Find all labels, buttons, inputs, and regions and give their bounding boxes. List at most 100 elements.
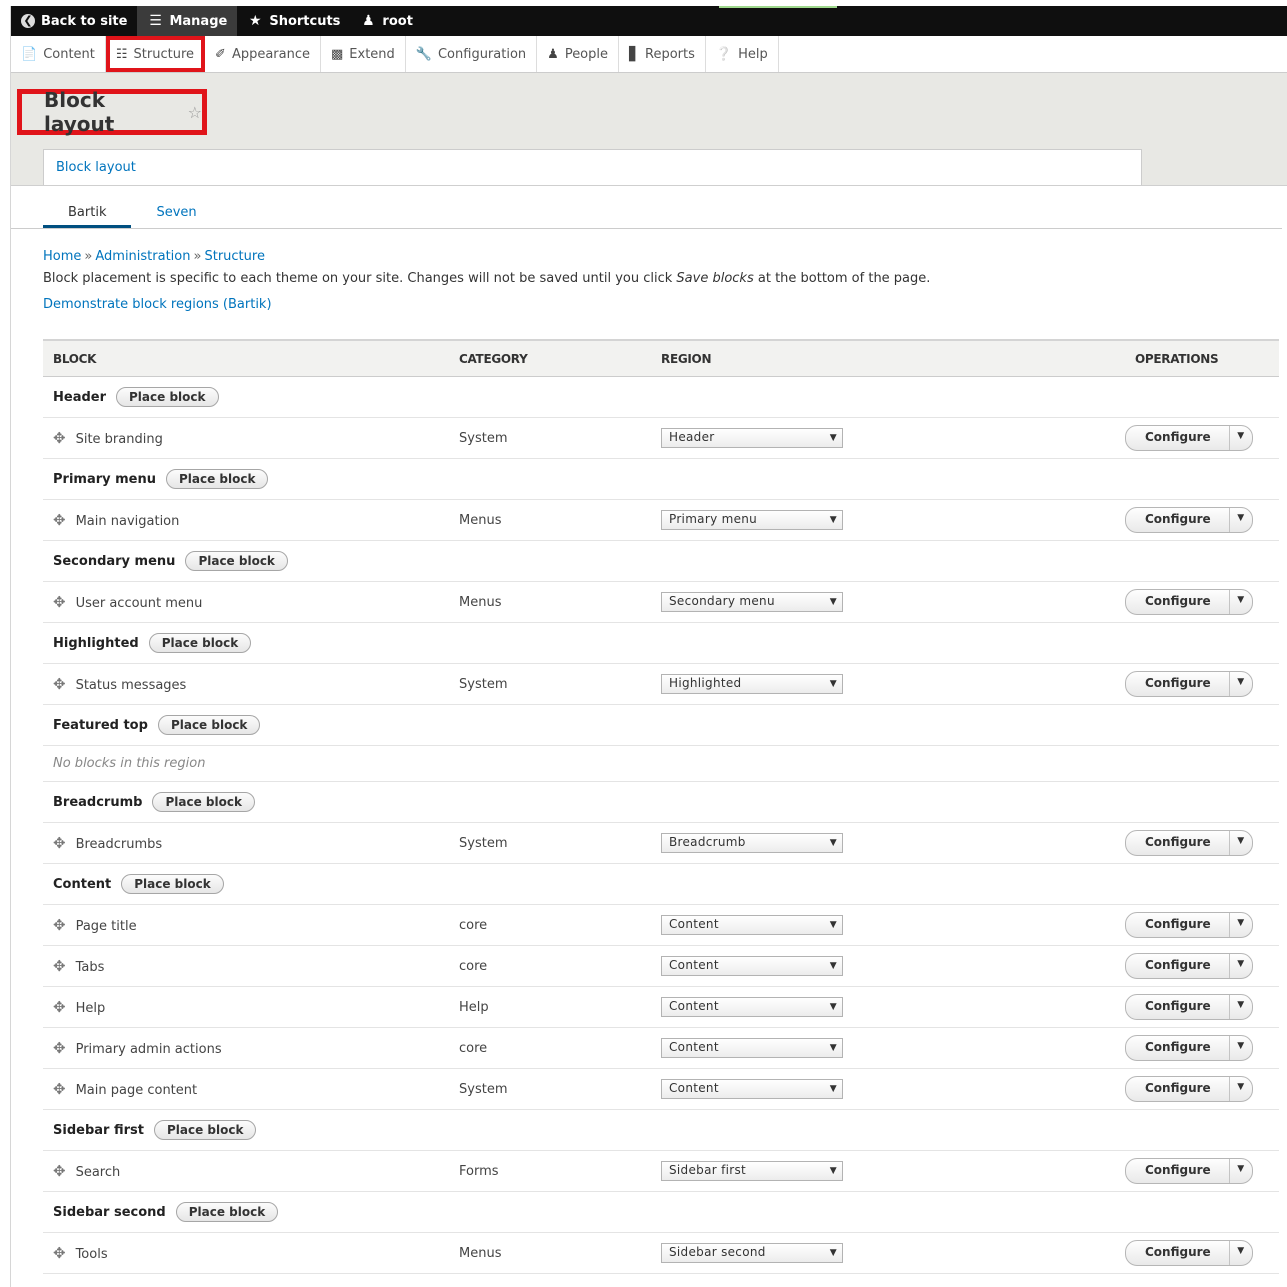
region-select[interactable]: Sidebar second ▼ — [661, 1243, 843, 1263]
configure-button[interactable]: Configure — [1126, 508, 1229, 532]
place-block-button[interactable]: Place block — [153, 1120, 257, 1140]
drag-handle-icon[interactable]: ✥ — [53, 1080, 66, 1098]
chevron-down-icon[interactable]: ▼ — [1228, 831, 1252, 855]
block-region-cell: Secondary menu ▼ — [651, 581, 1125, 623]
drag-handle-icon[interactable]: ✥ — [53, 1162, 66, 1180]
region-select[interactable]: Content ▼ — [661, 1079, 843, 1099]
chevron-down-icon[interactable]: ▼ — [1228, 508, 1252, 532]
drag-handle-icon[interactable]: ✥ — [53, 1039, 66, 1057]
configure-button[interactable]: Configure — [1126, 1036, 1229, 1060]
chevron-down-icon[interactable]: ▼ — [1228, 995, 1252, 1019]
region-select[interactable]: Secondary menu ▼ — [661, 592, 843, 612]
description-text-end: at the bottom of the page. — [753, 271, 931, 286]
user-tab[interactable]: ♟ root — [350, 6, 423, 36]
region-cell: Breadcrumb Place block — [43, 781, 1279, 823]
region-select[interactable]: Primary menu ▼ — [661, 510, 843, 530]
tray-item-structure[interactable]: ☷ Structure — [105, 36, 206, 72]
drag-handle-icon[interactable]: ✥ — [53, 834, 66, 852]
tray-item-help[interactable]: ❔ Help — [706, 36, 779, 72]
region-select[interactable]: Content ▼ — [661, 915, 843, 935]
operations-dropbutton: Configure ▼ — [1125, 912, 1253, 938]
place-block-button[interactable]: Place block — [148, 633, 252, 653]
drag-handle-icon[interactable]: ✥ — [53, 675, 66, 693]
chevron-down-icon[interactable]: ▼ — [1228, 426, 1252, 450]
block-row: ✥ Status messages System Highlighted ▼ Config… — [43, 663, 1279, 705]
tab-bar-filler — [1142, 173, 1287, 185]
tray-item-configuration[interactable]: 🔧 Configuration — [406, 36, 538, 72]
block-operations-cell: Configure ▼ — [1125, 417, 1279, 459]
drag-handle-icon[interactable]: ✥ — [53, 916, 66, 934]
configure-button[interactable]: Configure — [1126, 590, 1229, 614]
back-to-site-link[interactable]: ❮ Back to site — [11, 6, 137, 36]
tray-item-people[interactable]: ♟ People — [537, 36, 620, 72]
drag-handle-icon[interactable]: ✥ — [53, 998, 66, 1016]
region-select[interactable]: Highlighted ▼ — [661, 674, 843, 694]
region-name: Featured top — [53, 718, 148, 733]
chevron-down-icon: ▼ — [829, 920, 837, 930]
shortcut-star-icon[interactable]: ☆ — [188, 103, 202, 122]
place-block-button[interactable]: Place block — [166, 469, 269, 489]
place-block-button[interactable]: Place block — [185, 551, 288, 571]
block-name: Primary admin actions — [75, 1042, 222, 1057]
tab-seven[interactable]: Seven — [131, 205, 221, 228]
drag-handle-icon[interactable]: ✥ — [53, 593, 66, 611]
tray-item-content[interactable]: 📄 Content — [11, 36, 106, 72]
configure-button[interactable]: Configure — [1126, 1077, 1229, 1101]
tray-item-reports[interactable]: ▋ Reports — [619, 36, 706, 72]
block-name: Site branding — [75, 432, 163, 447]
chevron-down-icon[interactable]: ▼ — [1228, 590, 1252, 614]
chevron-down-icon[interactable]: ▼ — [1228, 1241, 1252, 1265]
region-select[interactable]: Header ▼ — [661, 428, 843, 448]
drag-handle-icon[interactable]: ✥ — [53, 1244, 66, 1262]
breadcrumb-administration[interactable]: Administration — [95, 249, 190, 264]
place-block-button[interactable]: Place block — [121, 874, 224, 894]
chevron-down-icon[interactable]: ▼ — [1228, 954, 1252, 978]
region-select-value: Highlighted — [669, 676, 742, 690]
tray-item-label: Appearance — [231, 46, 310, 62]
configure-button[interactable]: Configure — [1126, 913, 1229, 937]
configure-button[interactable]: Configure — [1126, 1241, 1229, 1265]
place-block-button[interactable]: Place block — [152, 792, 255, 812]
demonstrate-regions-link[interactable]: Demonstrate block regions (Bartik) — [43, 297, 1287, 312]
file-icon: 📄 — [21, 46, 38, 62]
region-name: Content — [53, 877, 112, 892]
breadcrumb-structure[interactable]: Structure — [204, 249, 264, 264]
breadcrumb-home[interactable]: Home — [43, 249, 81, 264]
header-category: CATEGORY — [449, 339, 651, 377]
configure-button[interactable]: Configure — [1126, 995, 1229, 1019]
empty-region-message: No blocks in this region — [43, 745, 1279, 782]
region-select[interactable]: Content ▼ — [661, 1038, 843, 1058]
manage-tab[interactable]: ☰ Manage — [137, 6, 238, 36]
description-emphasis: Save blocks — [676, 271, 754, 286]
place-block-button[interactable]: Place block — [175, 1202, 279, 1222]
region-cell: Sidebar first Place block — [43, 1109, 1279, 1151]
region-select[interactable]: Content ▼ — [661, 956, 843, 976]
tray-item-extend[interactable]: ▩ Extend — [321, 36, 406, 72]
tab-block-layout[interactable]: Block layout — [43, 149, 1142, 185]
chevron-down-icon[interactable]: ▼ — [1228, 1036, 1252, 1060]
tray-item-appearance[interactable]: ✐ Appearance — [205, 36, 321, 72]
chevron-down-icon[interactable]: ▼ — [1228, 1077, 1252, 1101]
configure-button[interactable]: Configure — [1126, 672, 1229, 696]
shortcuts-tab[interactable]: ★ Shortcuts — [237, 6, 350, 36]
chevron-down-icon[interactable]: ▼ — [1228, 913, 1252, 937]
configure-button[interactable]: Configure — [1126, 954, 1229, 978]
region-select[interactable]: Breadcrumb ▼ — [661, 833, 843, 853]
block-operations-cell: Configure ▼ — [1125, 904, 1279, 946]
drag-handle-icon[interactable]: ✥ — [53, 429, 66, 447]
tray-item-label: Reports — [645, 46, 695, 62]
place-block-button[interactable]: Place block — [157, 715, 261, 735]
chevron-down-icon[interactable]: ▼ — [1228, 1159, 1252, 1183]
chevron-down-icon[interactable]: ▼ — [1228, 672, 1252, 696]
configure-button[interactable]: Configure — [1126, 1159, 1229, 1183]
region-select[interactable]: Sidebar first ▼ — [661, 1161, 843, 1181]
configure-button[interactable]: Configure — [1126, 831, 1229, 855]
configure-button[interactable]: Configure — [1126, 426, 1229, 450]
tab-bartik[interactable]: Bartik — [43, 205, 132, 228]
drag-handle-icon[interactable]: ✥ — [53, 511, 66, 529]
region-cell: Header Place block — [43, 376, 1279, 418]
region-select-value: Header — [669, 430, 715, 444]
place-block-button[interactable]: Place block — [116, 387, 219, 407]
region-select[interactable]: Content ▼ — [661, 997, 843, 1017]
drag-handle-icon[interactable]: ✥ — [53, 957, 66, 975]
